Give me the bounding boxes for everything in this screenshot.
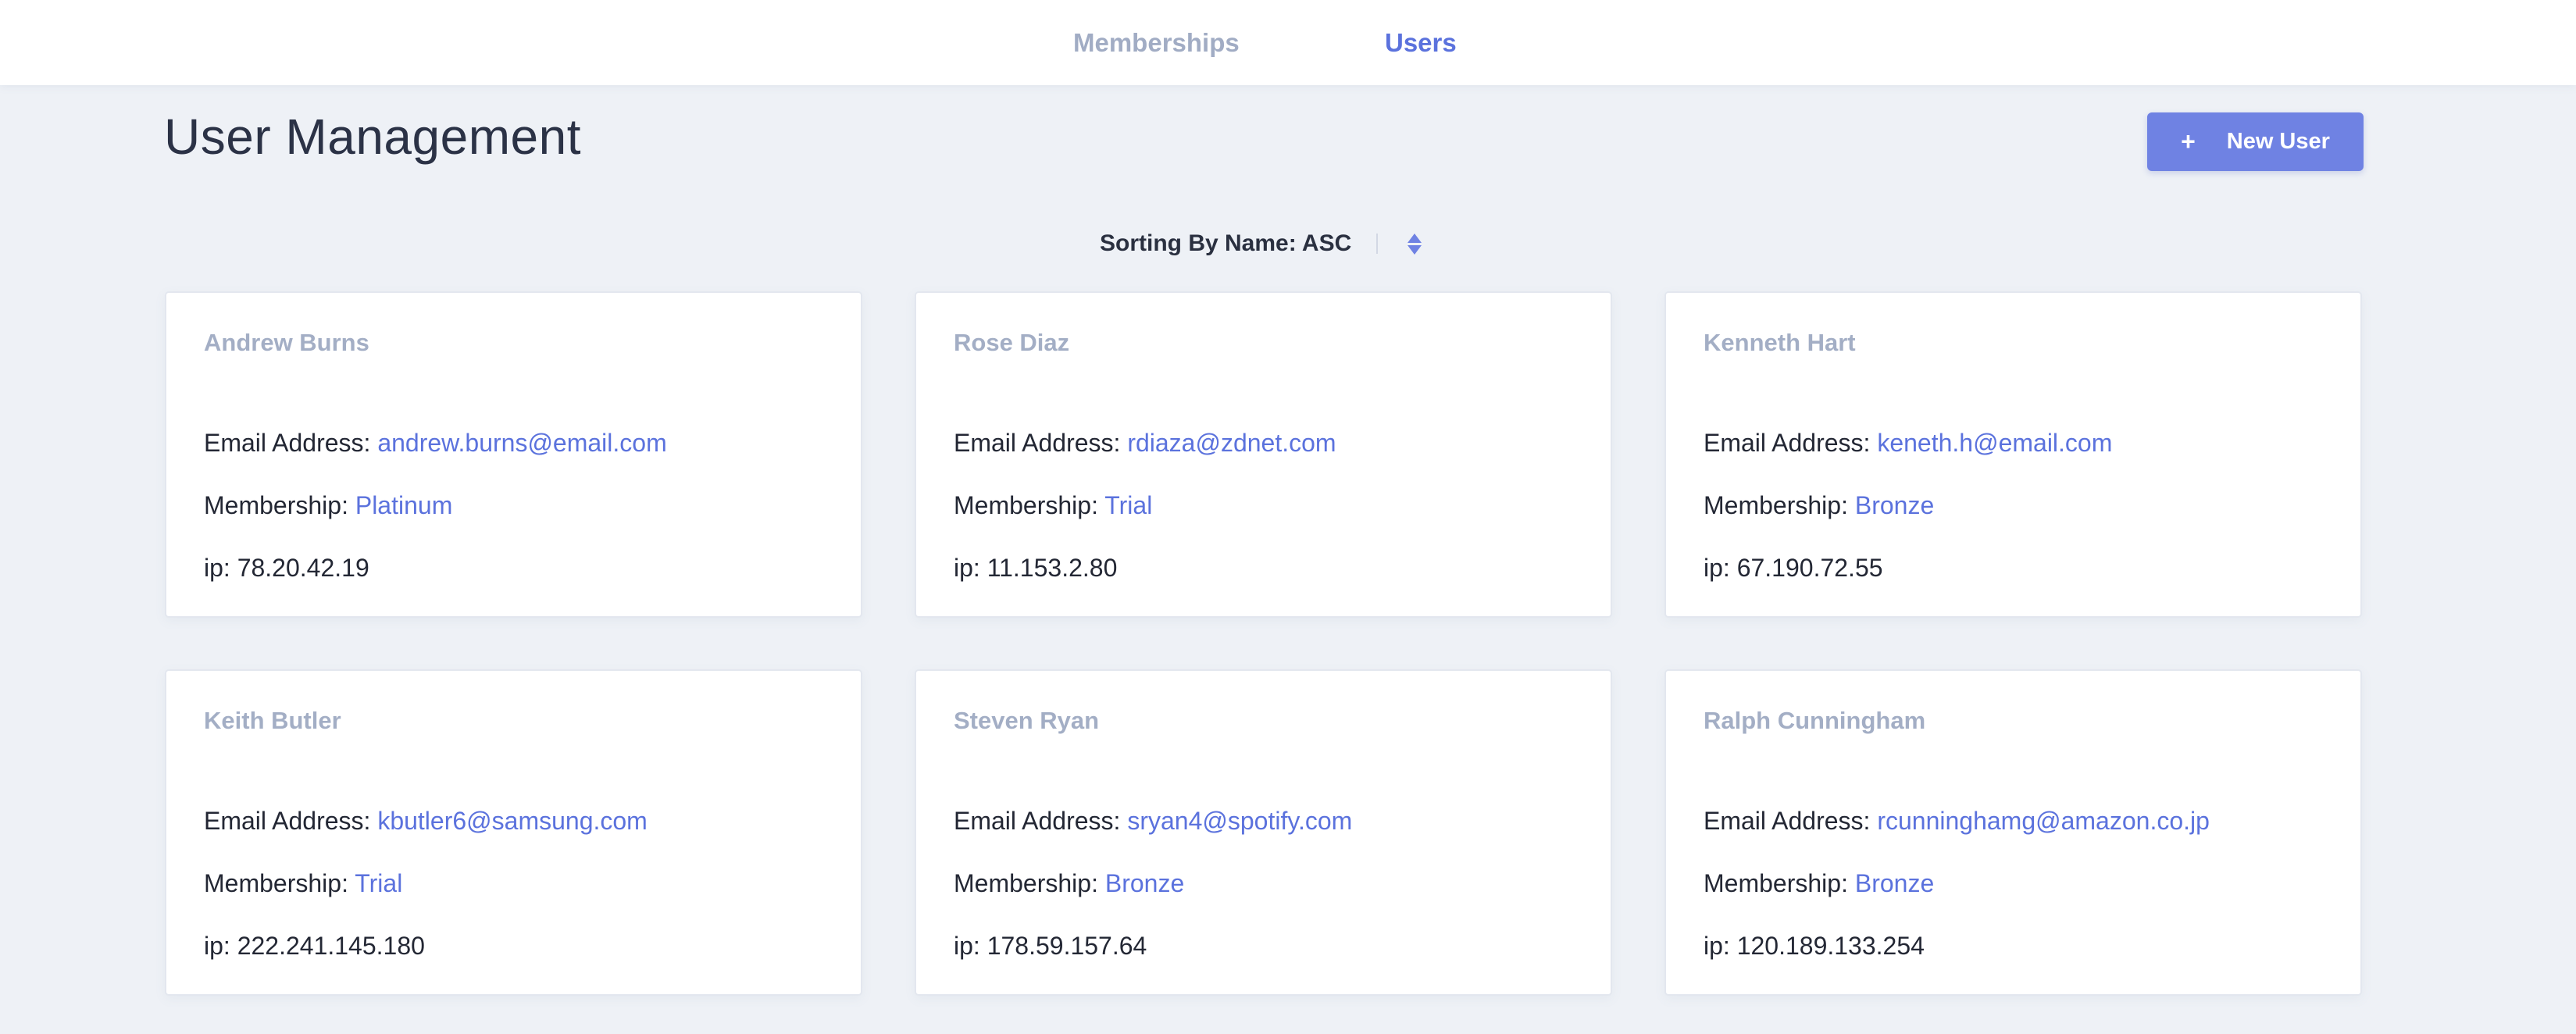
- email-label: Email Address:: [204, 807, 378, 835]
- user-card: Kenneth Hart Email Address: keneth.h@ema…: [1664, 291, 2362, 618]
- sort-divider: [1376, 234, 1379, 254]
- membership-label: Membership:: [204, 491, 355, 519]
- membership-label: Membership:: [1704, 491, 1855, 519]
- membership-label: Membership:: [1704, 869, 1855, 897]
- membership-row: Membership: Trial: [204, 869, 402, 898]
- nav-link-memberships[interactable]: Memberships: [1073, 28, 1240, 58]
- sort-toggle-icon[interactable]: [1408, 233, 1422, 255]
- ip-row: ip: 178.59.157.64: [954, 932, 1147, 961]
- membership-row: Membership: Bronze: [954, 869, 1184, 898]
- user-card: Keith Butler Email Address: kbutler6@sam…: [165, 669, 862, 996]
- email-label: Email Address:: [954, 807, 1128, 835]
- user-name: Ralph Cunningham: [1704, 707, 1926, 734]
- sort-bar: Sorting By Name: ASC: [1100, 228, 1422, 259]
- ip-label: ip:: [204, 554, 237, 582]
- email-link[interactable]: kbutler6@samsung.com: [377, 807, 648, 835]
- new-user-button[interactable]: + New User: [2147, 112, 2364, 171]
- ip-row: ip: 222.241.145.180: [204, 932, 425, 961]
- membership-link[interactable]: Bronze: [1105, 869, 1184, 897]
- nav-link-users[interactable]: Users: [1385, 28, 1457, 58]
- email-label: Email Address:: [1704, 807, 1878, 835]
- sort-asc-icon: [1408, 233, 1422, 243]
- ip-label: ip:: [1704, 554, 1737, 582]
- membership-label: Membership:: [954, 491, 1105, 519]
- membership-link[interactable]: Trial: [355, 869, 402, 897]
- user-name: Rose Diaz: [954, 329, 1070, 356]
- email-label: Email Address:: [1704, 429, 1878, 457]
- ip-value: 11.153.2.80: [987, 554, 1118, 582]
- membership-label: Membership:: [954, 869, 1105, 897]
- user-card: Rose Diaz Email Address: rdiaza@zdnet.co…: [915, 291, 1612, 618]
- ip-label: ip:: [1704, 932, 1737, 960]
- membership-link[interactable]: Trial: [1104, 491, 1152, 519]
- email-label: Email Address:: [204, 429, 378, 457]
- email-row: Email Address: rcunninghamg@amazon.co.jp: [1704, 807, 2210, 836]
- membership-link[interactable]: Bronze: [1855, 491, 1934, 519]
- ip-row: ip: 120.189.133.254: [1704, 932, 1925, 961]
- email-row: Email Address: andrew.burns@email.com: [204, 429, 667, 458]
- ip-value: 67.190.72.55: [1736, 554, 1883, 582]
- ip-value: 222.241.145.180: [237, 932, 425, 960]
- ip-label: ip:: [954, 932, 987, 960]
- sort-desc-icon: [1408, 244, 1422, 255]
- user-card: Ralph Cunningham Email Address: rcunning…: [1664, 669, 2362, 996]
- user-name: Kenneth Hart: [1704, 329, 1856, 356]
- email-label: Email Address:: [954, 429, 1128, 457]
- email-row: Email Address: kbutler6@samsung.com: [204, 807, 648, 836]
- email-row: Email Address: keneth.h@email.com: [1704, 429, 2112, 458]
- email-row: Email Address: rdiaza@zdnet.com: [954, 429, 1336, 458]
- membership-row: Membership: Bronze: [1704, 869, 1934, 898]
- ip-label: ip:: [954, 554, 987, 582]
- email-link[interactable]: rdiaza@zdnet.com: [1127, 429, 1336, 457]
- membership-link[interactable]: Platinum: [355, 491, 453, 519]
- ip-value: 78.20.42.19: [237, 554, 369, 582]
- sort-label: Sorting By Name: ASC: [1100, 230, 1352, 256]
- email-link[interactable]: rcunninghamg@amazon.co.jp: [1877, 807, 2210, 835]
- ip-label: ip:: [204, 932, 237, 960]
- new-user-button-label: New User: [2226, 129, 2330, 154]
- ip-value: 120.189.133.254: [1736, 932, 1925, 960]
- top-navigation: Memberships Users: [0, 0, 2576, 85]
- email-link[interactable]: keneth.h@email.com: [1877, 429, 2112, 457]
- ip-row: ip: 78.20.42.19: [204, 554, 369, 583]
- membership-row: Membership: Trial: [954, 491, 1152, 520]
- email-link[interactable]: sryan4@spotify.com: [1127, 807, 1352, 835]
- user-card: Andrew Burns Email Address: andrew.burns…: [165, 291, 862, 618]
- membership-label: Membership:: [204, 869, 355, 897]
- ip-value: 178.59.157.64: [987, 932, 1147, 960]
- plus-icon: +: [2181, 127, 2196, 155]
- ip-row: ip: 67.190.72.55: [1704, 554, 1883, 583]
- user-card: Steven Ryan Email Address: sryan4@spotif…: [915, 669, 1612, 996]
- email-row: Email Address: sryan4@spotify.com: [954, 807, 1352, 836]
- membership-row: Membership: Platinum: [204, 491, 452, 520]
- user-name: Steven Ryan: [954, 707, 1100, 734]
- user-name: Keith Butler: [204, 707, 341, 734]
- ip-row: ip: 11.153.2.80: [954, 554, 1117, 583]
- membership-row: Membership: Bronze: [1704, 491, 1934, 520]
- user-name: Andrew Burns: [204, 329, 369, 356]
- page-title: User Management: [164, 109, 581, 165]
- email-link[interactable]: andrew.burns@email.com: [377, 429, 666, 457]
- membership-link[interactable]: Bronze: [1855, 869, 1934, 897]
